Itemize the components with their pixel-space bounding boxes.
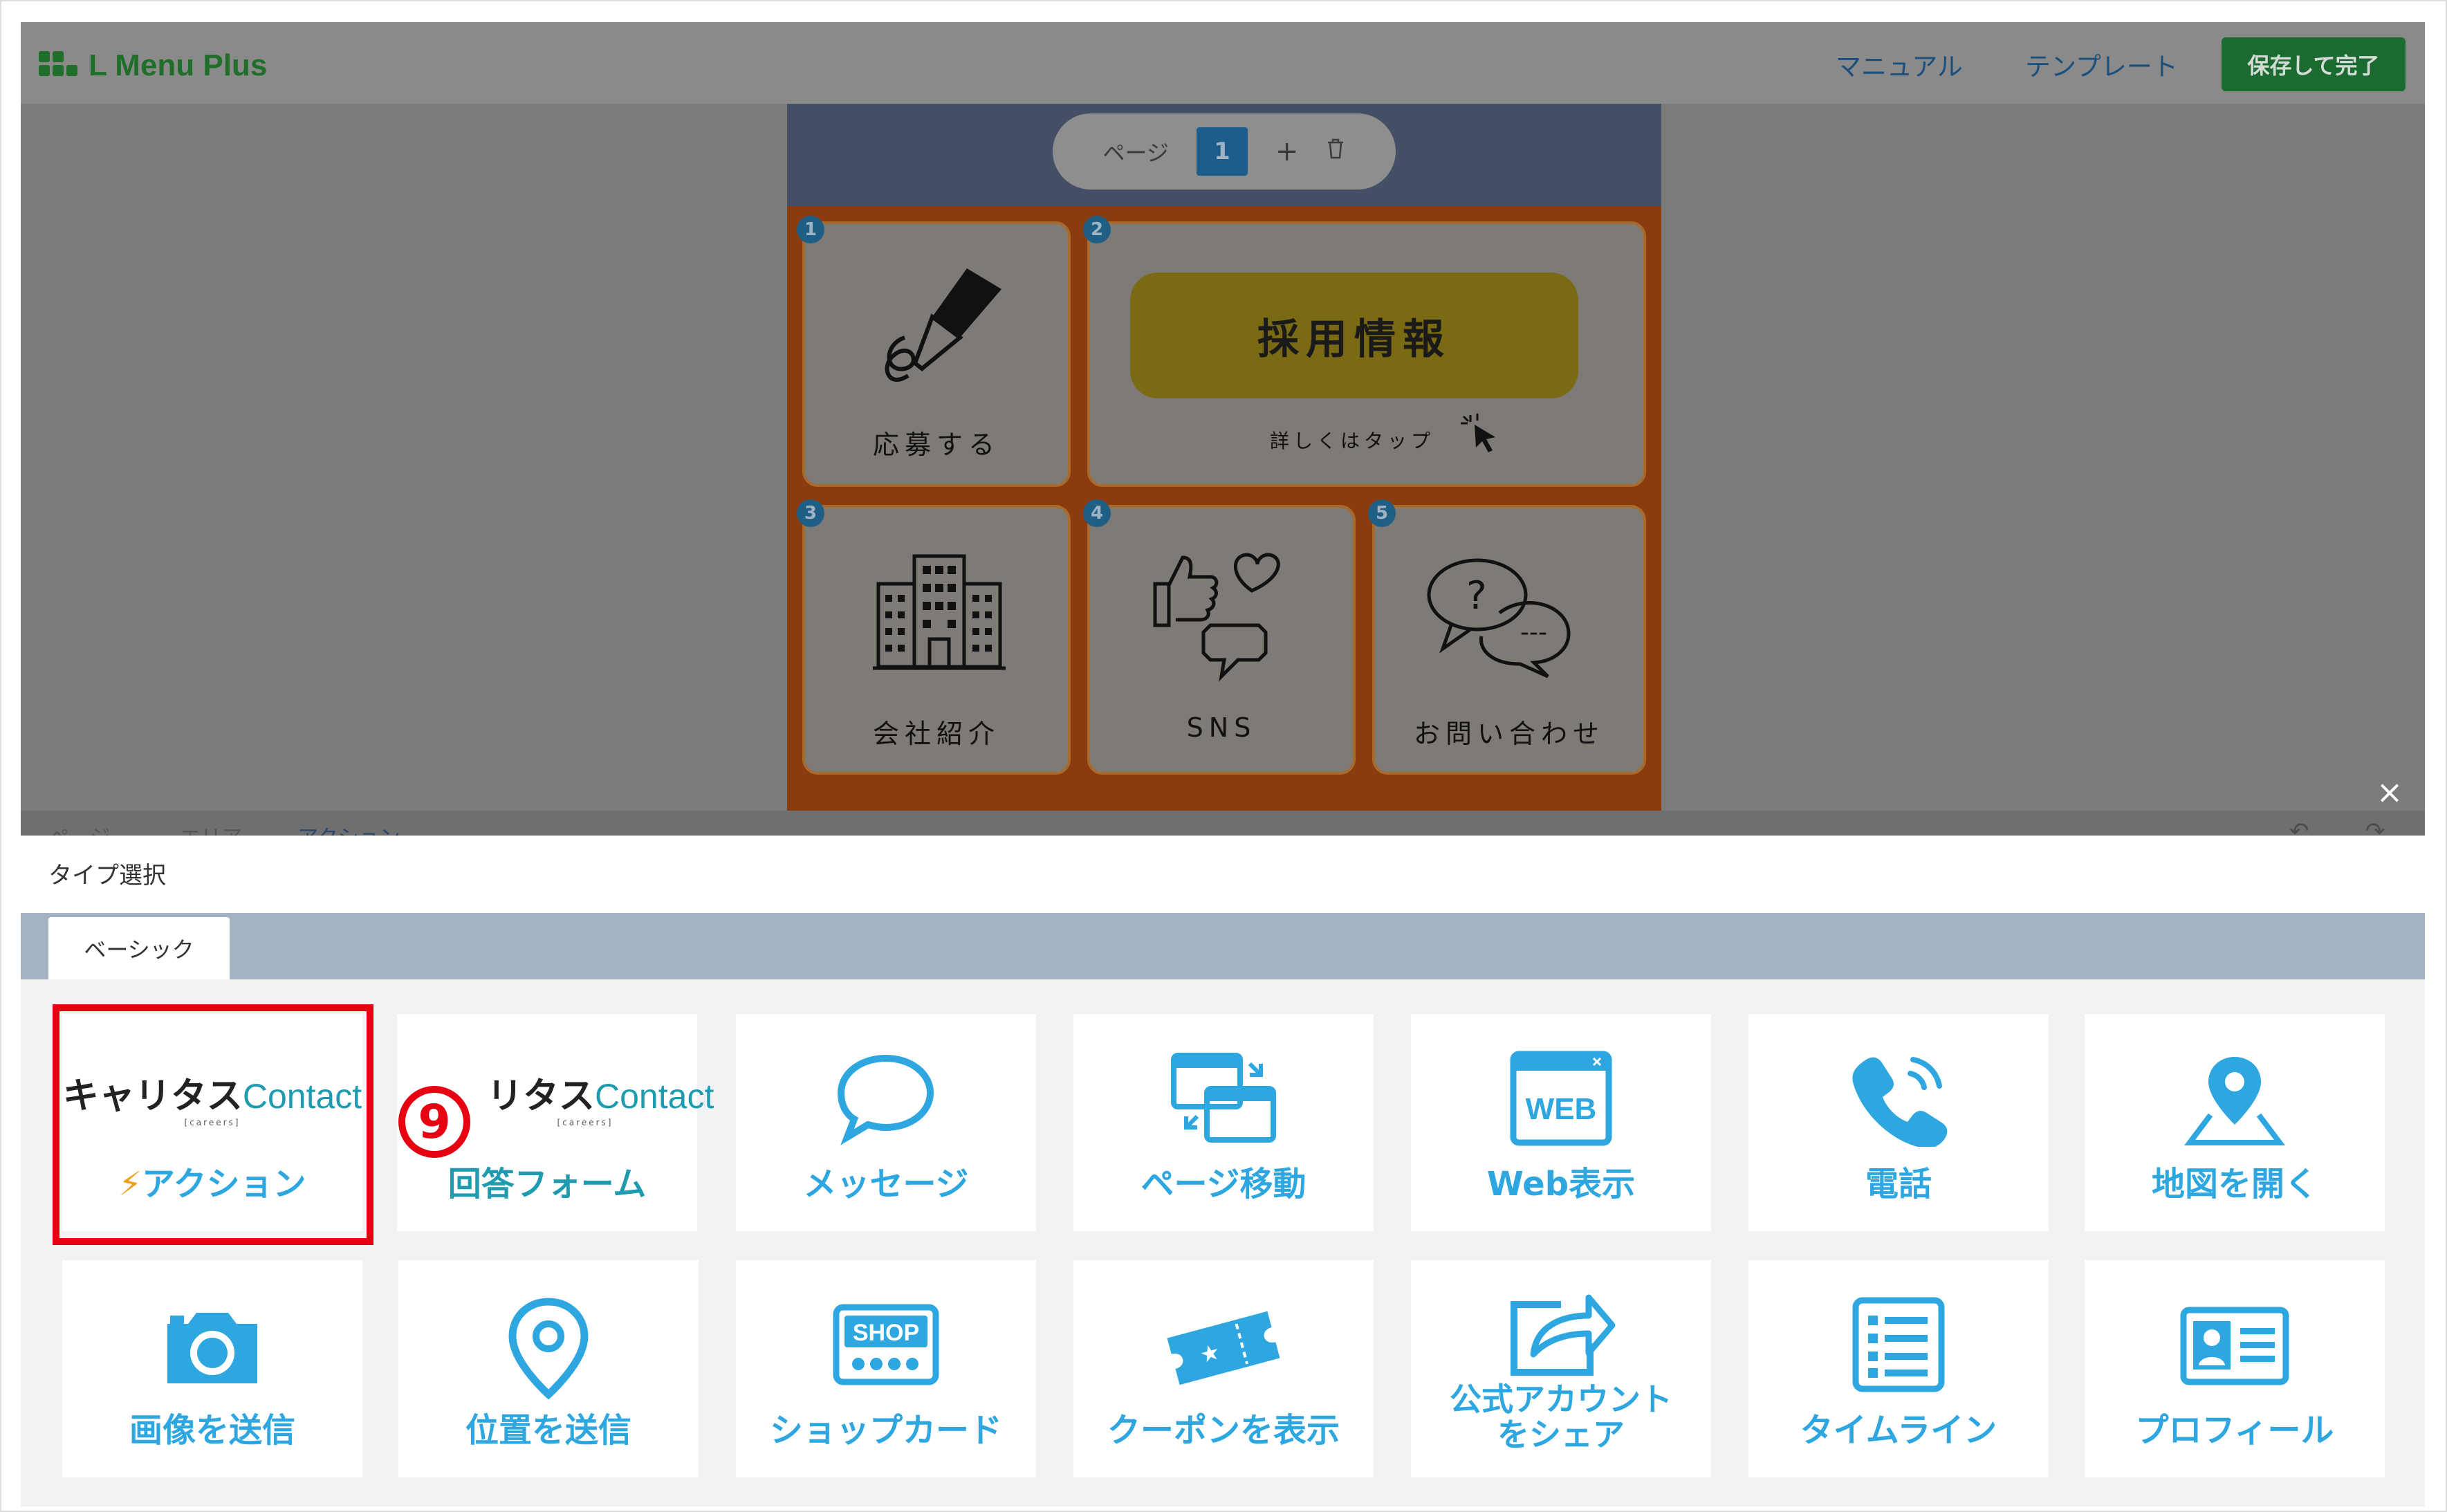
- coupon-icon: ★: [1167, 1311, 1280, 1385]
- tile-label: 位置を送信: [465, 1411, 631, 1450]
- building-icon: [873, 554, 1006, 670]
- cell-number-badge: 3: [797, 499, 824, 527]
- delete-page-icon[interactable]: [1326, 138, 1345, 165]
- svg-text:?: ?: [1466, 573, 1487, 618]
- speech-bubble-icon: [837, 1054, 934, 1145]
- tile-message[interactable]: メッセージ: [736, 1014, 1036, 1231]
- tile-label: タイムライン: [1800, 1411, 1997, 1450]
- tile-show-coupon[interactable]: ★ クーポンを表示: [1073, 1260, 1374, 1477]
- menu-cell-5[interactable]: 5 ? --- お問い合わせ: [1368, 499, 1646, 775]
- map-pin-icon: [2184, 1057, 2285, 1145]
- svg-text:SHOP: SHOP: [853, 1320, 919, 1346]
- tab-action[interactable]: アクション: [297, 820, 400, 836]
- cell-label-contact: お問い合わせ: [1413, 719, 1605, 749]
- pen-icon: [885, 268, 1001, 382]
- cell-label-company: 会社紹介: [872, 719, 1000, 749]
- profile-card-icon: [2180, 1307, 2289, 1385]
- tile-label: ページ移動: [1141, 1165, 1306, 1204]
- save-and-finish-button[interactable]: 保存して完了: [2222, 37, 2406, 91]
- tile-open-map[interactable]: 地図を開く: [2085, 1014, 2385, 1231]
- cell-number-badge: 2: [1083, 216, 1111, 243]
- tile-label: 公式アカウント をシェア: [1450, 1381, 1672, 1453]
- cell-number-badge: 1: [797, 216, 824, 243]
- app-logo[interactable]: L Menu Plus: [39, 48, 267, 83]
- top-bar: L Menu Plus マニュアル テンプレート 保存して完了: [21, 22, 2425, 104]
- tile-label: プロフィール: [2135, 1411, 2334, 1450]
- page-switch-icon: [1171, 1053, 1276, 1143]
- question-chat-icon: ? ---: [1427, 558, 1571, 678]
- tile-label: 電話: [1865, 1165, 1932, 1204]
- like-heart-chat-icon: [1153, 553, 1280, 682]
- tile-phone[interactable]: 電話: [1748, 1014, 2049, 1231]
- editor-area: L Menu Plus マニュアル テンプレート 保存して完了 ページ 1 + …: [21, 22, 2425, 836]
- tile-label: ショップカード: [769, 1411, 1002, 1450]
- cell-label-sns: SNS: [1186, 712, 1257, 743]
- cell-number-badge: 5: [1368, 499, 1396, 527]
- page-label: ページ: [1102, 140, 1169, 166]
- recruit-info-pill: 採用情報: [1130, 273, 1578, 398]
- web-window-icon: WEB: [1510, 1051, 1612, 1146]
- tab-area[interactable]: エリア: [180, 820, 242, 836]
- timeline-icon: [1852, 1297, 1945, 1392]
- undo-icon[interactable]: ↶: [2289, 818, 2309, 836]
- menu-cell-2[interactable]: 2 採用情報 詳しくはタップ: [1083, 216, 1646, 487]
- tile-label: 地図を開く: [2151, 1165, 2318, 1204]
- highlight-box: [53, 1004, 373, 1245]
- tile-send-image[interactable]: 画像を送信: [62, 1260, 362, 1477]
- logo-grid-icon: [39, 51, 77, 80]
- tile-page-transition[interactable]: ページ移動: [1073, 1014, 1374, 1231]
- tab-page[interactable]: ページ: [48, 820, 110, 836]
- app-title: L Menu Plus: [89, 48, 268, 82]
- recruit-sub-text: 詳しくはタップ: [1270, 430, 1435, 452]
- tab-basic[interactable]: ベーシック: [48, 917, 230, 979]
- tile-label: 回答フォーム: [447, 1165, 647, 1204]
- rich-menu-board: 1 応募する 2 採用情報 詳しくはタップ 3 会社紹介 4 SNS 5 ? -…: [787, 206, 1661, 836]
- tile-send-location[interactable]: 位置を送信: [398, 1260, 699, 1477]
- menu-cell-1[interactable]: 1 応募する: [797, 216, 1071, 487]
- menu-cell-3[interactable]: 3 会社紹介: [797, 499, 1071, 775]
- cell-label-apply: 応募する: [872, 430, 1000, 460]
- redo-icon[interactable]: ↷: [2365, 818, 2385, 836]
- shop-card-icon: SHOP: [833, 1304, 939, 1385]
- tile-label: Web表示: [1486, 1165, 1636, 1204]
- tile-web-view[interactable]: WEB Web表示: [1411, 1014, 1711, 1231]
- add-page-icon[interactable]: +: [1275, 136, 1299, 167]
- tile-label: 画像を送信: [129, 1411, 295, 1450]
- tile-share-account[interactable]: 公式アカウント をシェア: [1411, 1260, 1711, 1477]
- modal-title: タイプ選択: [48, 862, 166, 889]
- page-number-button[interactable]: 1: [1196, 127, 1248, 176]
- svg-text:---: ---: [1520, 618, 1547, 647]
- menu-cell-4[interactable]: 4 SNS: [1083, 499, 1356, 775]
- type-tab-bar: ベーシック: [21, 913, 2425, 979]
- tile-timeline[interactable]: タイムライン: [1748, 1260, 2049, 1477]
- step-9-marker: 9: [398, 1086, 470, 1158]
- phone-icon: [1852, 1057, 1948, 1147]
- tile-shop-card[interactable]: SHOP ショップカード: [736, 1260, 1036, 1477]
- cursor-click-icon: [1461, 414, 1495, 452]
- page-pager: ページ 1 +: [1053, 113, 1396, 190]
- editor-bottom-tabs: ページ エリア アクション ↶ ↷: [21, 811, 2425, 836]
- location-icon: [508, 1298, 589, 1400]
- share-icon: [1511, 1294, 1616, 1376]
- manual-link[interactable]: マニュアル: [1836, 46, 1963, 83]
- cell-number-badge: 4: [1083, 499, 1111, 527]
- tile-profile[interactable]: プロフィール: [2085, 1260, 2385, 1477]
- close-icon[interactable]: ×: [2372, 773, 2407, 811]
- template-link[interactable]: テンプレート: [2025, 46, 2178, 83]
- tile-label: メッセージ: [803, 1165, 969, 1204]
- svg-text:WEB: WEB: [1526, 1092, 1597, 1126]
- menu-canvas: ページ 1 + 1 応募する 2 採用情報 詳しくはタップ 3 会社紹介 4 S…: [787, 104, 1661, 836]
- tile-label: クーポンを表示: [1107, 1411, 1340, 1450]
- camera-icon: [167, 1313, 257, 1383]
